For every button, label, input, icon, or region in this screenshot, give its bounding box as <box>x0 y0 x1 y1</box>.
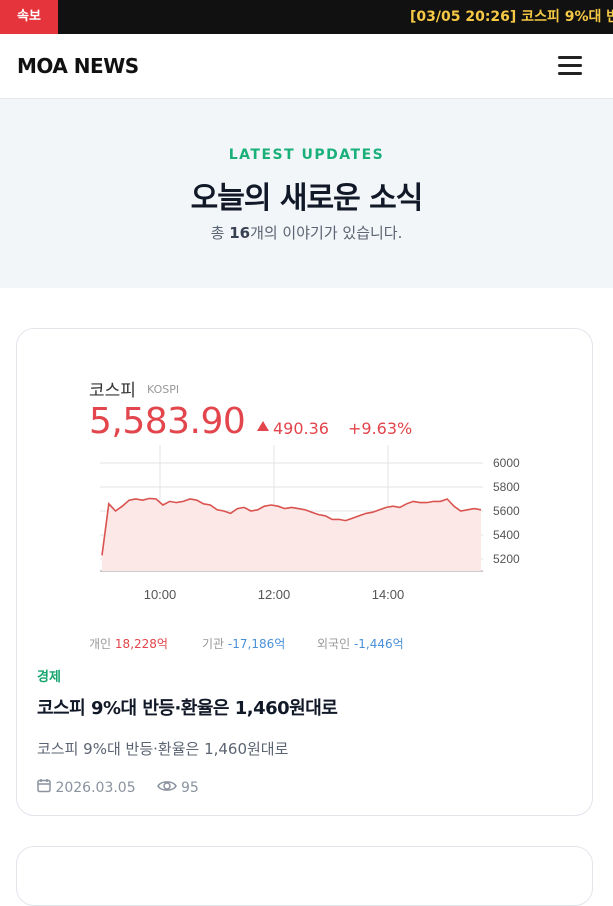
y-tick-label: 5800 <box>493 480 520 494</box>
investor-label: 외국인 <box>317 637 351 651</box>
kospi-intraday-chart: 6000 5800 5600 5400 5200 10:00 12:00 14:00 <box>100 445 520 602</box>
x-tick-label: 14:00 <box>372 587 405 602</box>
y-tick-label: 6000 <box>493 456 520 470</box>
hero-section: LATEST UPDATES 오늘의 새로운 소식 총 16개의 이야기가 있습… <box>0 99 613 288</box>
breaking-news-ticker: 속보 [03/05 20:26] 코스피 9%대 반 <box>0 0 613 34</box>
menu-bar <box>558 72 582 75</box>
article-title[interactable]: 코스피 9%대 반등·환율은 1,460원대로 <box>37 694 338 720</box>
chart-area-fill <box>102 498 481 571</box>
investor-foreign: 외국인 -1,446억 <box>317 635 404 652</box>
article-views: 95 <box>180 779 199 796</box>
hero-kicker: LATEST UPDATES <box>228 147 385 163</box>
article-card[interactable]: 코스피 KOSPI 5,583.90 490.36 +9.63% 6000 580… <box>16 328 593 816</box>
investor-label: 개인 <box>89 637 112 651</box>
article-description: 코스피 9%대 반등·환율은 1,460원대로 <box>37 740 289 758</box>
hamburger-menu-icon[interactable] <box>556 53 586 79</box>
y-tick-label: 5400 <box>493 528 520 542</box>
investor-institution: 기관 -17,186억 <box>202 635 285 652</box>
site-logo[interactable]: MOA NEWS <box>17 54 139 78</box>
investor-individual: 개인 18,228억 <box>89 635 168 652</box>
investor-value: -17,186억 <box>227 637 286 651</box>
x-tick-label: 12:00 <box>258 587 291 602</box>
y-tick-label: 5600 <box>493 504 520 518</box>
article-card[interactable] <box>16 846 593 906</box>
calendar-icon <box>37 778 51 797</box>
ticker-headline-link[interactable]: [03/05 20:26] 코스피 9%대 반 <box>410 0 613 34</box>
article-category[interactable]: 경제 <box>37 666 61 685</box>
menu-bar <box>558 56 582 59</box>
article-date: 2026.03.05 <box>55 779 136 796</box>
y-tick-label: 5200 <box>493 552 520 566</box>
menu-bar <box>558 64 582 67</box>
subtitle-prefix: 총 <box>210 224 230 242</box>
x-tick-label: 10:00 <box>144 587 177 602</box>
subtitle-suffix: 개의 이야기가 있습니다. <box>250 224 403 242</box>
story-count: 16 <box>229 224 251 242</box>
investor-value: -1,446억 <box>353 637 404 651</box>
hero-subtitle: 총 16개의 이야기가 있습니다. <box>0 222 613 243</box>
eye-icon <box>156 779 177 797</box>
investor-value: 18,228억 <box>114 637 168 651</box>
investor-label: 기관 <box>202 637 225 651</box>
site-header: MOA NEWS <box>0 34 613 99</box>
article-meta: 2026.03.05 95 <box>37 778 199 797</box>
hero-title: 오늘의 새로운 소식 <box>190 181 424 216</box>
breaking-badge: 속보 <box>0 0 58 34</box>
